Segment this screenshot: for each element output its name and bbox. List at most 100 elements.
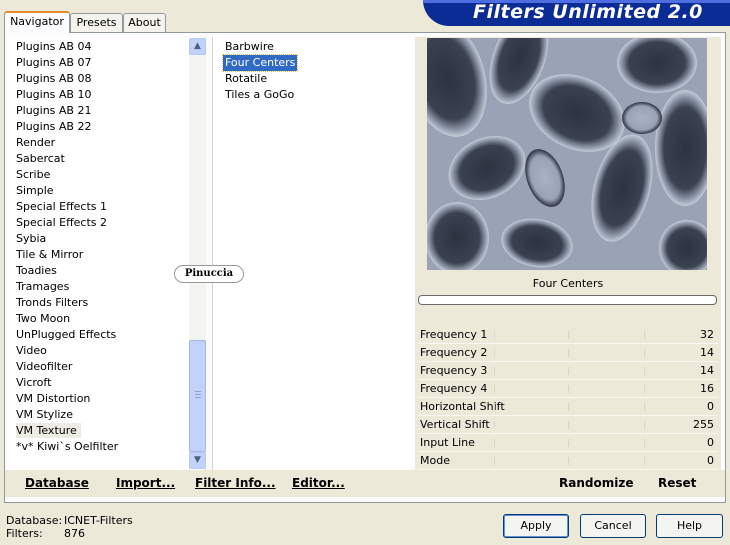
category-item[interactable]: Video (16, 343, 47, 358)
filter-list[interactable]: Barbwire Four Centers Rotatile Tiles a GoGo (212, 37, 410, 470)
app-title: Filters Unlimited 2.0 (473, 1, 703, 23)
category-item[interactable]: Tile & Mirror (16, 247, 83, 262)
slider-tick (568, 385, 569, 393)
database-status: Database: ICNET-Filters (6, 514, 133, 527)
slider-tick (644, 385, 645, 393)
param-label: Frequency 3 (420, 364, 488, 377)
category-list[interactable]: Plugins AB 04 Plugins AB 07 Plugins AB 08 P… (8, 37, 206, 470)
category-item[interactable]: Toadies (16, 263, 57, 278)
randomize-button[interactable]: Randomize (559, 476, 633, 490)
database-status-value: ICNET-Filters (64, 514, 133, 527)
param-label: Input Line (420, 436, 475, 449)
param-row[interactable]: Mode 0 (418, 452, 718, 470)
category-item[interactable]: UnPlugged Effects (16, 327, 116, 342)
param-value[interactable]: 32 (700, 328, 714, 341)
slider-tick (568, 331, 569, 339)
category-item[interactable]: Sabercat (16, 151, 65, 166)
slider-tick (644, 439, 645, 447)
filters-status: Filters: 876 (6, 527, 85, 540)
param-value[interactable]: 16 (700, 382, 714, 395)
cancel-button[interactable]: Cancel (580, 514, 646, 538)
param-row[interactable]: Vertical Shift 255 (418, 416, 718, 434)
category-item[interactable]: Special Effects 1 (16, 199, 107, 214)
param-value[interactable]: 14 (700, 364, 714, 377)
param-label: Vertical Shift (420, 418, 490, 431)
category-item[interactable]: Plugins AB 07 (16, 55, 91, 70)
filters-status-label: Filters: (6, 527, 43, 540)
category-item[interactable]: Sybia (16, 231, 46, 246)
category-item[interactable]: Plugins AB 22 (16, 119, 91, 134)
scrollbar-thumb[interactable] (189, 340, 206, 452)
category-item[interactable]: Tronds Filters (16, 295, 88, 310)
category-item[interactable]: Videofilter (16, 359, 72, 374)
category-item[interactable]: *v* Kiwi`s Oelfilter (16, 439, 118, 454)
editor-button[interactable]: Editor... (292, 476, 345, 490)
tab-navigator[interactable]: Navigator (4, 11, 70, 33)
param-value[interactable]: 0 (707, 436, 714, 449)
slider-tick (644, 403, 645, 411)
param-row[interactable]: Frequency 4 16 (418, 380, 718, 398)
category-item[interactable]: Vicroft (16, 375, 51, 390)
param-label: Horizontal Shift (420, 400, 505, 413)
category-item[interactable]: Plugins AB 08 (16, 71, 91, 86)
category-item[interactable]: Special Effects 2 (16, 215, 107, 230)
slider-tick (568, 403, 569, 411)
apply-button[interactable]: Apply (503, 514, 569, 538)
thumb-grip (195, 397, 201, 398)
help-button[interactable]: Help (656, 514, 723, 538)
database-status-label: Database: (6, 514, 63, 527)
slider-tick (568, 421, 569, 429)
category-scrollbar[interactable]: ▲ ▼ (189, 38, 206, 469)
param-label: Frequency 4 (420, 382, 488, 395)
scroll-down-button[interactable]: ▼ (189, 452, 206, 469)
slider-tick (494, 367, 495, 375)
filter-item[interactable]: Tiles a GoGo (223, 87, 296, 103)
category-item[interactable]: Render (16, 135, 55, 150)
filter-item[interactable]: Barbwire (223, 39, 276, 55)
category-item[interactable]: VM Stylize (16, 407, 73, 422)
category-item[interactable]: VM Texture (16, 423, 81, 438)
preview-texture (427, 38, 707, 270)
category-item[interactable]: Plugins AB 21 (16, 103, 91, 118)
tab-about[interactable]: About (123, 13, 166, 32)
slider-tick (494, 403, 495, 411)
param-label: Frequency 2 (420, 346, 488, 359)
param-row[interactable]: Horizontal Shift 0 (418, 398, 718, 416)
slider-tick (568, 457, 569, 465)
thumb-grip (195, 394, 201, 395)
param-row[interactable]: Frequency 3 14 (418, 362, 718, 380)
filters-status-value: 876 (64, 527, 85, 540)
filter-item[interactable]: Rotatile (223, 71, 269, 87)
category-item[interactable]: Plugins AB 10 (16, 87, 91, 102)
slider-tick (494, 331, 495, 339)
category-item[interactable]: VM Distortion (16, 391, 90, 406)
category-item[interactable]: Tramages (16, 279, 69, 294)
category-item[interactable]: Two Moon (16, 311, 70, 326)
preview-filter-name: Four Centers (532, 277, 604, 290)
param-value[interactable]: 255 (693, 418, 714, 431)
slider-tick (494, 421, 495, 429)
import-button[interactable]: Import... (116, 476, 175, 490)
category-item[interactable]: Plugins AB 04 (16, 39, 91, 54)
slider-tick (568, 349, 569, 357)
slider-tick (644, 331, 645, 339)
tab-presets[interactable]: Presets (70, 13, 123, 32)
category-item[interactable]: Simple (16, 183, 54, 198)
slider-tick (568, 439, 569, 447)
slider-tick (494, 349, 495, 357)
filter-info-button[interactable]: Filter Info... (195, 476, 276, 490)
param-value[interactable]: 14 (700, 346, 714, 359)
database-button[interactable]: Database (25, 476, 89, 490)
param-row[interactable]: Frequency 2 14 (418, 344, 718, 362)
param-row[interactable]: Frequency 1 32 (418, 326, 718, 344)
scroll-up-button[interactable]: ▲ (189, 38, 206, 55)
category-item[interactable]: Scribe (16, 167, 50, 182)
param-value[interactable]: 0 (707, 400, 714, 413)
progress-bar (418, 295, 717, 305)
param-value[interactable]: 0 (707, 454, 714, 467)
thumb-grip (195, 391, 201, 392)
reset-button[interactable]: Reset (658, 476, 696, 490)
filter-item[interactable]: Four Centers (221, 54, 299, 72)
slider-tick (644, 421, 645, 429)
param-row[interactable]: Input Line 0 (418, 434, 718, 452)
